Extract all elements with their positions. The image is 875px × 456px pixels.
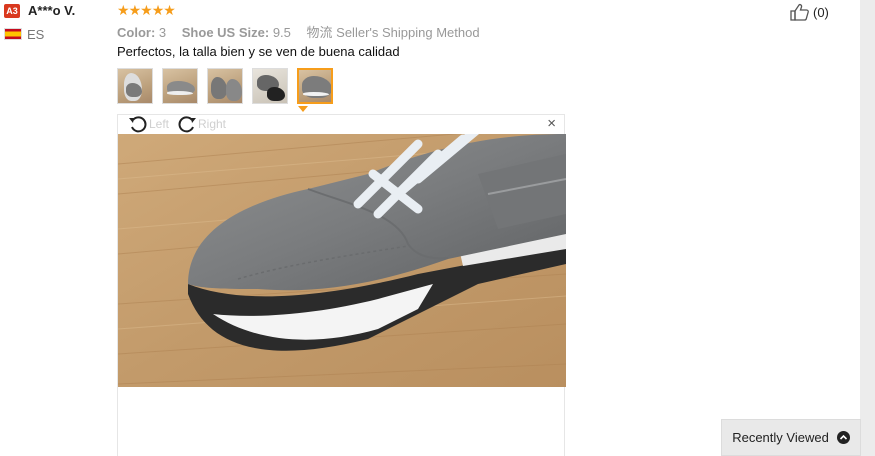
star-icon: ★ [117,2,130,18]
page-gutter [860,0,875,456]
rotate-left-icon [129,116,147,133]
shoe-photo-image [118,134,566,387]
rotate-left-button[interactable]: Left [128,115,169,133]
reviewer-country: ES [27,27,45,42]
spain-flag-icon [4,28,22,40]
star-rating: ★★★★★ [117,2,176,19]
thumbs-up-icon [790,3,809,21]
helpful-button[interactable]: (0) [790,3,829,21]
photo-thumbnail[interactable] [252,68,288,104]
color-value: 3 [158,25,167,40]
buyer-level-badge: A3 [4,4,20,18]
order-attributes: Color: 3 Shoe US Size: 9.5 物流 Seller's S… [117,22,492,41]
photo-thumbnail[interactable] [117,68,153,104]
photo-thumbnail[interactable] [207,68,243,104]
shipping-label: 物流 [306,25,333,40]
photo-thumbnails [117,68,333,104]
chevron-up-icon [836,431,850,444]
review-photo [118,134,566,387]
size-label: Shoe US Size: [181,25,270,40]
review-text: Perfectos, la talla bien y se ven de bue… [117,44,400,59]
recently-viewed-button[interactable]: Recently Viewed [721,419,861,456]
star-icon: ★ [163,2,176,18]
recently-viewed-label: Recently Viewed [732,430,829,445]
active-thumbnail-caret [298,106,308,112]
star-icon: ★ [151,2,165,18]
rotate-right-button[interactable]: Right [177,115,226,133]
shipping-value: Seller's Shipping Method [336,25,480,40]
rotate-right-icon [178,116,196,133]
reviewer-name: A***o V. [28,3,76,18]
photo-thumbnail[interactable] [162,68,198,104]
color-label: Color: [117,25,156,40]
star-icon: ★ [140,2,153,18]
rotate-right-label: Right [198,117,227,131]
rotate-left-label: Left [149,117,170,131]
viewer-toolbar: Left Right × [118,115,566,134]
helpful-count: (0) [813,4,829,20]
size-value: 9.5 [272,25,291,40]
photo-viewer: Left Right × [117,114,566,456]
star-icon: ★ [128,2,142,18]
close-viewer-button[interactable]: × [547,116,556,132]
photo-thumbnail-active[interactable] [297,68,333,104]
